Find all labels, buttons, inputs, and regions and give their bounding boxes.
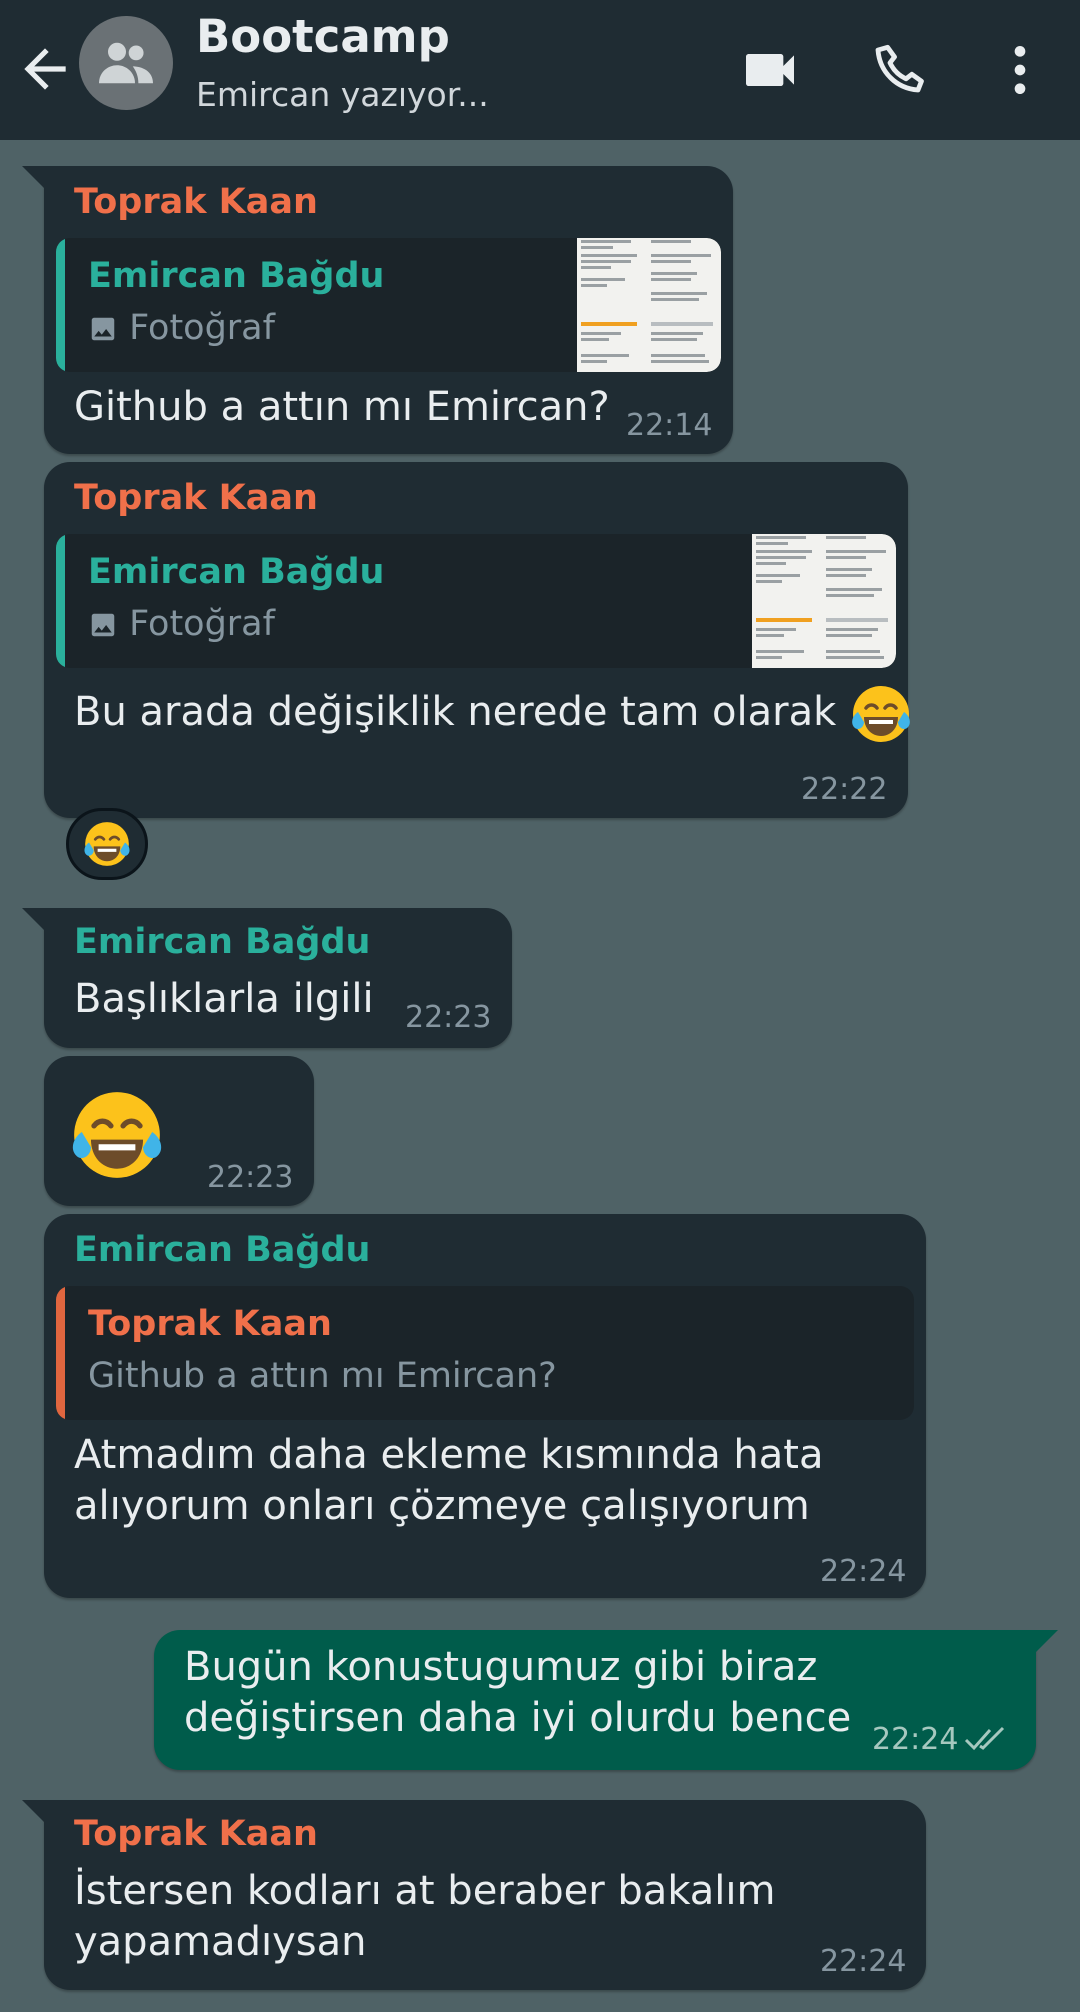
quoted-sender: Emircan Bağdu bbox=[88, 552, 385, 592]
tears-of-joy-emoji bbox=[852, 686, 910, 742]
message-text: Github a attın mı Emircan? bbox=[74, 384, 610, 430]
quoted-sender: Emircan Bağdu bbox=[88, 256, 385, 296]
message-text: Başlıklarla ilgili bbox=[74, 976, 374, 1022]
sender-name: Toprak Kaan bbox=[74, 1814, 318, 1854]
chat-title-area[interactable]: Bootcamp Emircan yazıyor... bbox=[196, 10, 489, 114]
message-time: 22:23 bbox=[207, 1160, 294, 1195]
image-icon bbox=[91, 317, 115, 341]
photo-thumbnail[interactable] bbox=[577, 238, 721, 372]
quoted-sender: Toprak Kaan bbox=[88, 1304, 332, 1344]
quoted-text: Fotoğraf bbox=[88, 604, 275, 644]
message-bubble[interactable]: Emircan Bağdu Toprak Kaan Github a attın… bbox=[44, 1214, 926, 1598]
sender-name: Emircan Bağdu bbox=[74, 1230, 371, 1270]
tears-of-joy-emoji bbox=[72, 1092, 162, 1178]
message-text-line: değiştirsen daha iyi olurdu bence bbox=[184, 1695, 852, 1741]
message-text-line: Atmadım daha ekleme kısmında hata bbox=[74, 1432, 824, 1478]
message-bubble-outgoing[interactable]: Bugün konustugumuz gibi biraz değiştirse… bbox=[154, 1630, 1058, 1770]
message-time: 22:23 bbox=[405, 1000, 492, 1035]
more-options-icon[interactable] bbox=[988, 38, 1052, 102]
group-icon bbox=[99, 42, 153, 84]
chat-title: Bootcamp bbox=[196, 10, 450, 63]
message-text-line: alıyorum onları çözmeye çalışıyorum bbox=[74, 1483, 810, 1529]
quoted-message[interactable]: Toprak Kaan Github a attın mı Emircan? bbox=[56, 1286, 914, 1420]
message-time: 22:22 bbox=[801, 772, 888, 807]
photo-thumbnail[interactable] bbox=[752, 534, 896, 668]
message-text-line: yapamadıysan bbox=[74, 1919, 367, 1965]
quoted-message[interactable]: Emircan Bağdu Fotoğraf bbox=[56, 238, 721, 372]
message-bubble[interactable]: 22:23 bbox=[44, 1056, 314, 1206]
quoted-text: Github a attın mı Emircan? bbox=[88, 1356, 557, 1396]
message-time: 22:14 bbox=[626, 408, 713, 443]
message-text-line: Bugün konustugumuz gibi biraz bbox=[184, 1644, 818, 1690]
typing-status: Emircan yazıyor... bbox=[196, 75, 489, 114]
message-text-line: İstersen kodları at beraber bakalım bbox=[74, 1868, 776, 1914]
sender-name: Emircan Bağdu bbox=[74, 922, 371, 962]
message-text: Bu arada değişiklik nerede tam olarak bbox=[74, 682, 913, 746]
video-call-icon[interactable] bbox=[738, 38, 802, 102]
quoted-text: Fotoğraf bbox=[88, 308, 275, 348]
message-bubble[interactable]: Toprak Kaan Emircan Bağdu Fotoğraf bbox=[22, 166, 733, 454]
message-bubble[interactable]: Toprak Kaan Emircan Bağdu Fotoğraf bbox=[44, 462, 910, 818]
message-bubble[interactable]: Toprak Kaan İstersen kodları at beraber … bbox=[22, 1800, 926, 1990]
quoted-message[interactable]: Emircan Bağdu Fotoğraf bbox=[56, 534, 896, 668]
sender-name: Toprak Kaan bbox=[74, 182, 318, 222]
message-time: 22:24 bbox=[872, 1722, 959, 1757]
double-check-icon bbox=[964, 1726, 1005, 1751]
back-arrow-icon[interactable] bbox=[14, 38, 76, 100]
reaction-badge[interactable] bbox=[66, 808, 148, 880]
message-time: 22:24 bbox=[820, 1554, 907, 1589]
group-avatar[interactable] bbox=[79, 16, 173, 110]
phone-icon[interactable] bbox=[870, 38, 934, 102]
message-time: 22:24 bbox=[820, 1944, 907, 1979]
tears-of-joy-emoji bbox=[84, 822, 130, 866]
message-bubble[interactable]: Emircan Bağdu Başlıklarla ilgili 22:23 bbox=[22, 908, 512, 1048]
sender-name: Toprak Kaan bbox=[74, 478, 318, 518]
image-icon bbox=[91, 613, 115, 637]
chat-header: Bootcamp Emircan yazıyor... bbox=[0, 0, 1080, 140]
